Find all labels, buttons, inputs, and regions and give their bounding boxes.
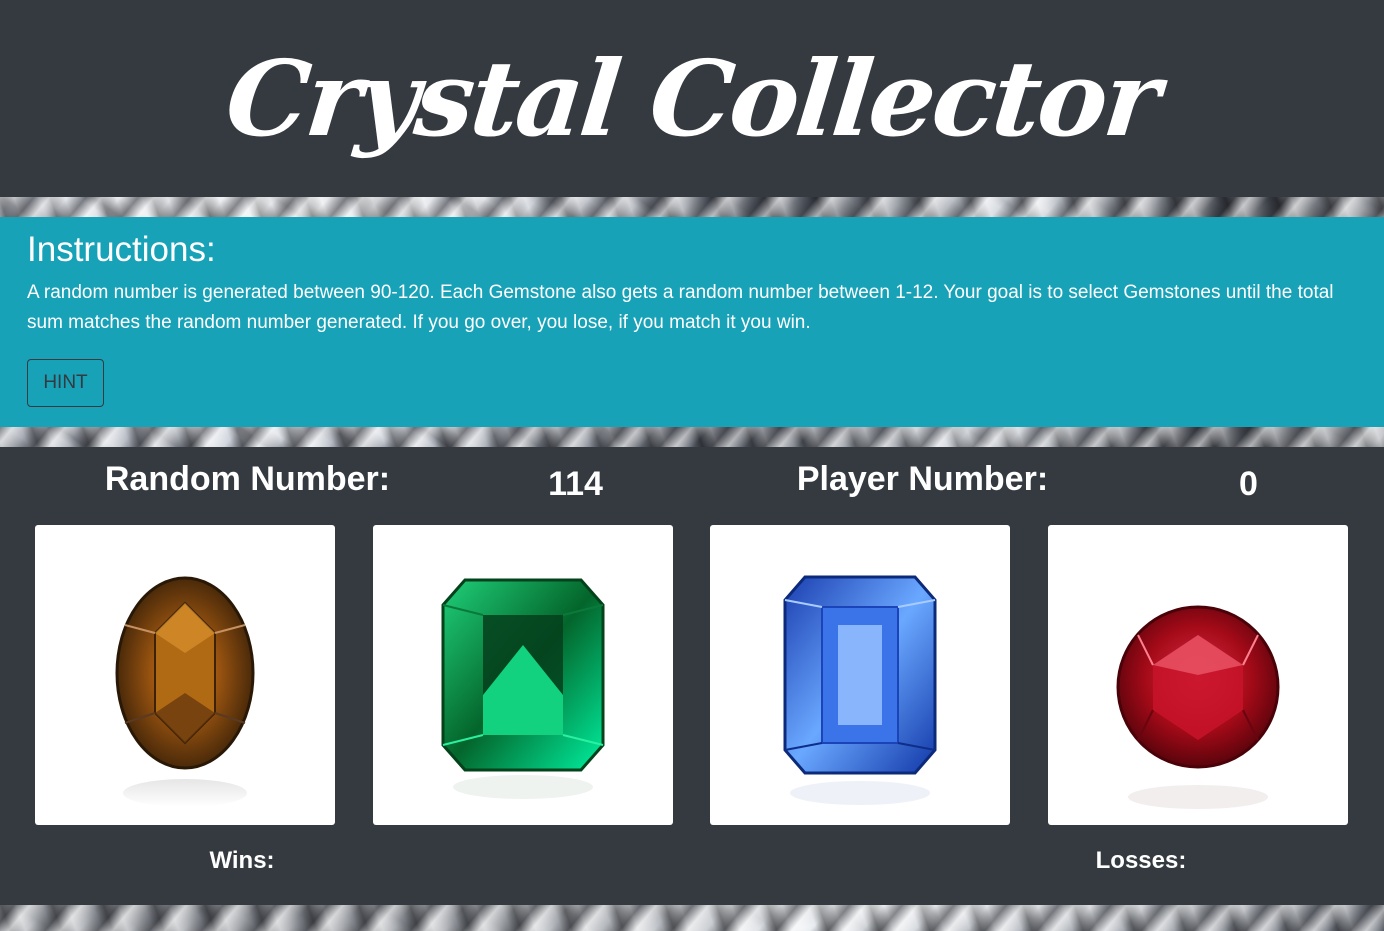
green-emerald-gem-icon — [441, 578, 605, 799]
random-number-label: Random Number: — [104, 460, 391, 498]
instructions-panel: Instructions: A random number is generat… — [0, 217, 1384, 427]
hint-button[interactable]: HINT — [27, 359, 104, 407]
gem-button-red[interactable] — [1048, 525, 1348, 825]
losses-label: Losses: — [1095, 847, 1187, 874]
gem-button-brown[interactable] — [35, 525, 335, 825]
page-header: Crystal Collector — [0, 0, 1384, 197]
blue-sapphire-gem-icon — [783, 575, 937, 805]
random-number-value: 114 — [548, 465, 603, 503]
wins-label: Wins: — [209, 847, 275, 874]
player-number-label: Player Number: — [796, 460, 1049, 498]
page-title: Crystal Collector — [220, 36, 1164, 160]
red-ruby-gem-icon — [1116, 605, 1280, 809]
brown-oval-gem-icon — [115, 576, 255, 807]
instructions-text: A random number is generated between 90-… — [27, 282, 1334, 333]
instructions-heading: Instructions: — [27, 230, 216, 269]
gem-button-blue[interactable] — [710, 525, 1010, 825]
game-panel: Random Number: 114 Player Number: 0 Wins… — [0, 447, 1384, 905]
gem-button-green[interactable] — [373, 525, 673, 825]
player-number-value: 0 — [1239, 465, 1258, 503]
